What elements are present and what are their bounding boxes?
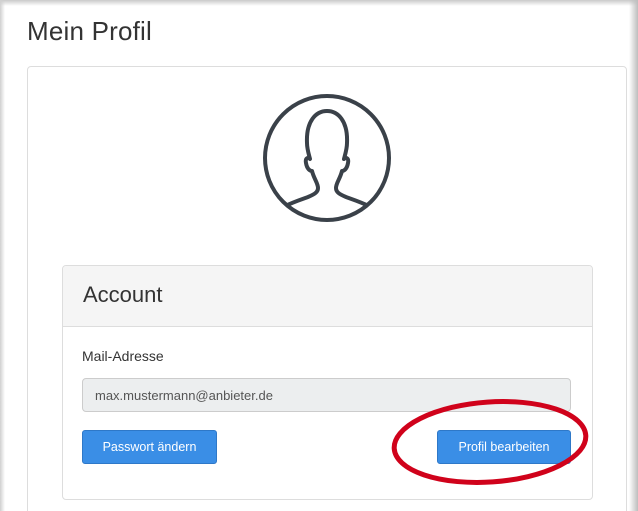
user-silhouette-icon	[263, 94, 391, 222]
screenshot-stage: Mein Profil Account Mail-Adresse Passwor…	[0, 0, 638, 511]
frame-shadow-top	[0, 0, 638, 6]
frame-shadow-left	[0, 0, 5, 511]
edit-profile-button[interactable]: Profil bearbeiten	[437, 430, 571, 464]
change-password-button[interactable]: Passwort ändern	[82, 430, 217, 464]
email-label: Mail-Adresse	[82, 348, 164, 364]
page-title: Mein Profil	[27, 16, 153, 46]
email-field[interactable]	[82, 378, 571, 412]
account-panel-heading: Account	[63, 266, 592, 327]
frame-shadow-right	[629, 0, 638, 511]
account-panel-title: Account	[83, 282, 163, 307]
